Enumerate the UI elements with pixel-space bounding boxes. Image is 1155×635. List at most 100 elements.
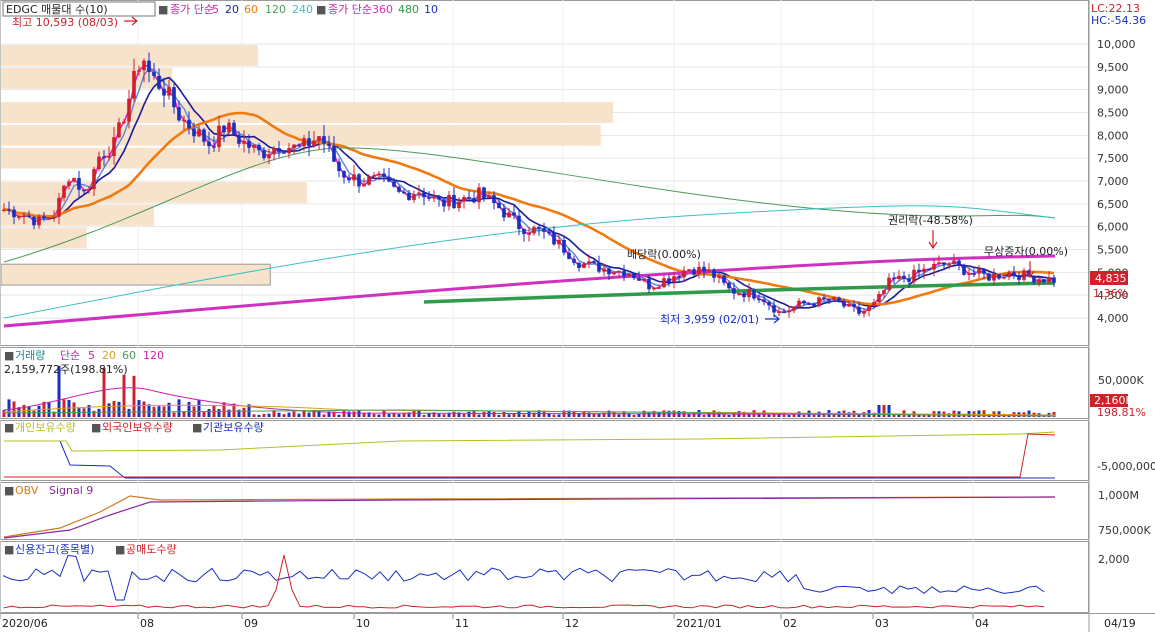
- candle-body: [507, 212, 511, 218]
- volume-bar: [107, 403, 111, 417]
- candle-body: [202, 129, 206, 142]
- volume-bar: [267, 413, 271, 417]
- obv-signal-line: [3, 496, 1056, 539]
- holdings-institution-line: [4, 440, 1055, 479]
- candle-body: [447, 194, 451, 207]
- volume-bar: [592, 413, 596, 417]
- candle-body: [197, 129, 201, 137]
- candle-body: [1032, 276, 1036, 283]
- x-tick-label: 09: [244, 617, 258, 630]
- candle-body: [172, 87, 176, 108]
- candle-body: [27, 215, 31, 218]
- candle-body: [977, 268, 981, 274]
- candle-body: [1022, 270, 1026, 280]
- volume-bar: [897, 414, 901, 417]
- candle-body: [332, 145, 336, 162]
- high-annotation: 최고 10,593 (08/03): [12, 16, 118, 29]
- candle-body: [497, 202, 501, 209]
- candle-body: [212, 146, 216, 148]
- candle-body: [67, 181, 71, 186]
- volume-bar: [292, 411, 296, 417]
- candle-body: [727, 282, 731, 289]
- volume-current: 2,159,772주(198.81%): [4, 363, 128, 376]
- hc-label: HC:-54.36: [1091, 14, 1146, 27]
- x-tick-label: 11: [455, 617, 469, 630]
- candle-body: [77, 177, 81, 190]
- volume-bar: [617, 414, 621, 417]
- volume-bar: [982, 410, 986, 417]
- stock-chart[interactable]: 4,0004,5005,0005,5006,0006,5007,0007,500…: [0, 0, 1155, 632]
- candle-body: [662, 278, 666, 288]
- volume-bar: [892, 414, 896, 417]
- candle-body: [292, 144, 296, 149]
- price-tick-label: 9,000: [1097, 84, 1129, 97]
- candle-body: [847, 303, 851, 307]
- candle-body: [562, 240, 566, 253]
- candle-body: [132, 70, 136, 99]
- candle-body: [487, 195, 491, 199]
- candle-body: [352, 174, 356, 181]
- volume-legend-square: ■: [4, 349, 14, 362]
- volume-period-20: 20: [102, 349, 116, 362]
- candle-body: [637, 278, 641, 281]
- volume-profile-bar: [1, 45, 259, 66]
- legend-period-120: 120: [265, 3, 286, 16]
- candle-body: [322, 136, 326, 144]
- candle-body: [397, 186, 401, 192]
- candle-body: [922, 268, 926, 273]
- candle-body: [147, 60, 151, 73]
- volume-profile-bar: [1, 147, 271, 169]
- obv-tick-1: 1,000M: [1098, 489, 1139, 502]
- candle-body: [442, 199, 446, 207]
- candle-body: [857, 307, 861, 314]
- candle-body: [602, 268, 606, 272]
- candle-body: [842, 302, 846, 307]
- volume-bar: [452, 411, 456, 417]
- candle-body: [457, 201, 461, 209]
- price-tick-label: 8,500: [1097, 107, 1129, 120]
- bonus-annotation: 무상증자(0.00%): [984, 245, 1068, 258]
- candle-body: [102, 156, 106, 159]
- volume-bar: [377, 414, 381, 417]
- volume-period-5: 5: [88, 349, 95, 362]
- candle-body: [592, 261, 596, 263]
- volume-bar: [522, 414, 526, 417]
- holdings-series-2: 외국인보유수량: [102, 421, 173, 434]
- volume-bar: [97, 408, 101, 417]
- candle-body: [432, 196, 436, 199]
- candle-body: [92, 169, 96, 190]
- candle-body: [302, 138, 306, 147]
- x-tick-label: 02: [783, 617, 797, 630]
- obv-series-1: OBV: [15, 484, 39, 497]
- volume-bar: [787, 414, 791, 417]
- chart-canvas[interactable]: 4,0004,5005,0005,5006,0006,5007,0007,500…: [0, 0, 1155, 632]
- holdings-series-1: 개인보유수량: [15, 421, 76, 434]
- candle-body: [277, 148, 281, 153]
- candle-body: [527, 233, 531, 235]
- candle-body: [337, 161, 341, 172]
- candle-body: [207, 141, 211, 147]
- volume-bar: [217, 409, 221, 417]
- candle-body: [712, 269, 716, 278]
- candle-body: [967, 273, 971, 275]
- candle-body: [117, 122, 121, 138]
- candle-body: [862, 311, 866, 314]
- x-tick-label: 12: [565, 617, 579, 630]
- price-tick-label: 6,000: [1097, 221, 1129, 234]
- candle-body: [512, 212, 516, 216]
- candle-body: [1012, 272, 1016, 276]
- volume-bar: [202, 411, 206, 417]
- candle-body: [437, 196, 441, 200]
- volume-bar: [727, 414, 731, 417]
- candle-body: [952, 260, 956, 265]
- candle-body: [787, 310, 791, 313]
- volume-bar: [507, 414, 511, 417]
- candle-body: [982, 268, 986, 274]
- candle-body: [577, 262, 581, 268]
- high-arrow-icon: [124, 16, 138, 26]
- x-tick-label: 04: [975, 617, 989, 630]
- volume-bar: [412, 410, 416, 417]
- indicator-lines: [3, 431, 1056, 609]
- volume-bar: [462, 414, 466, 417]
- volume-bar: [197, 399, 201, 417]
